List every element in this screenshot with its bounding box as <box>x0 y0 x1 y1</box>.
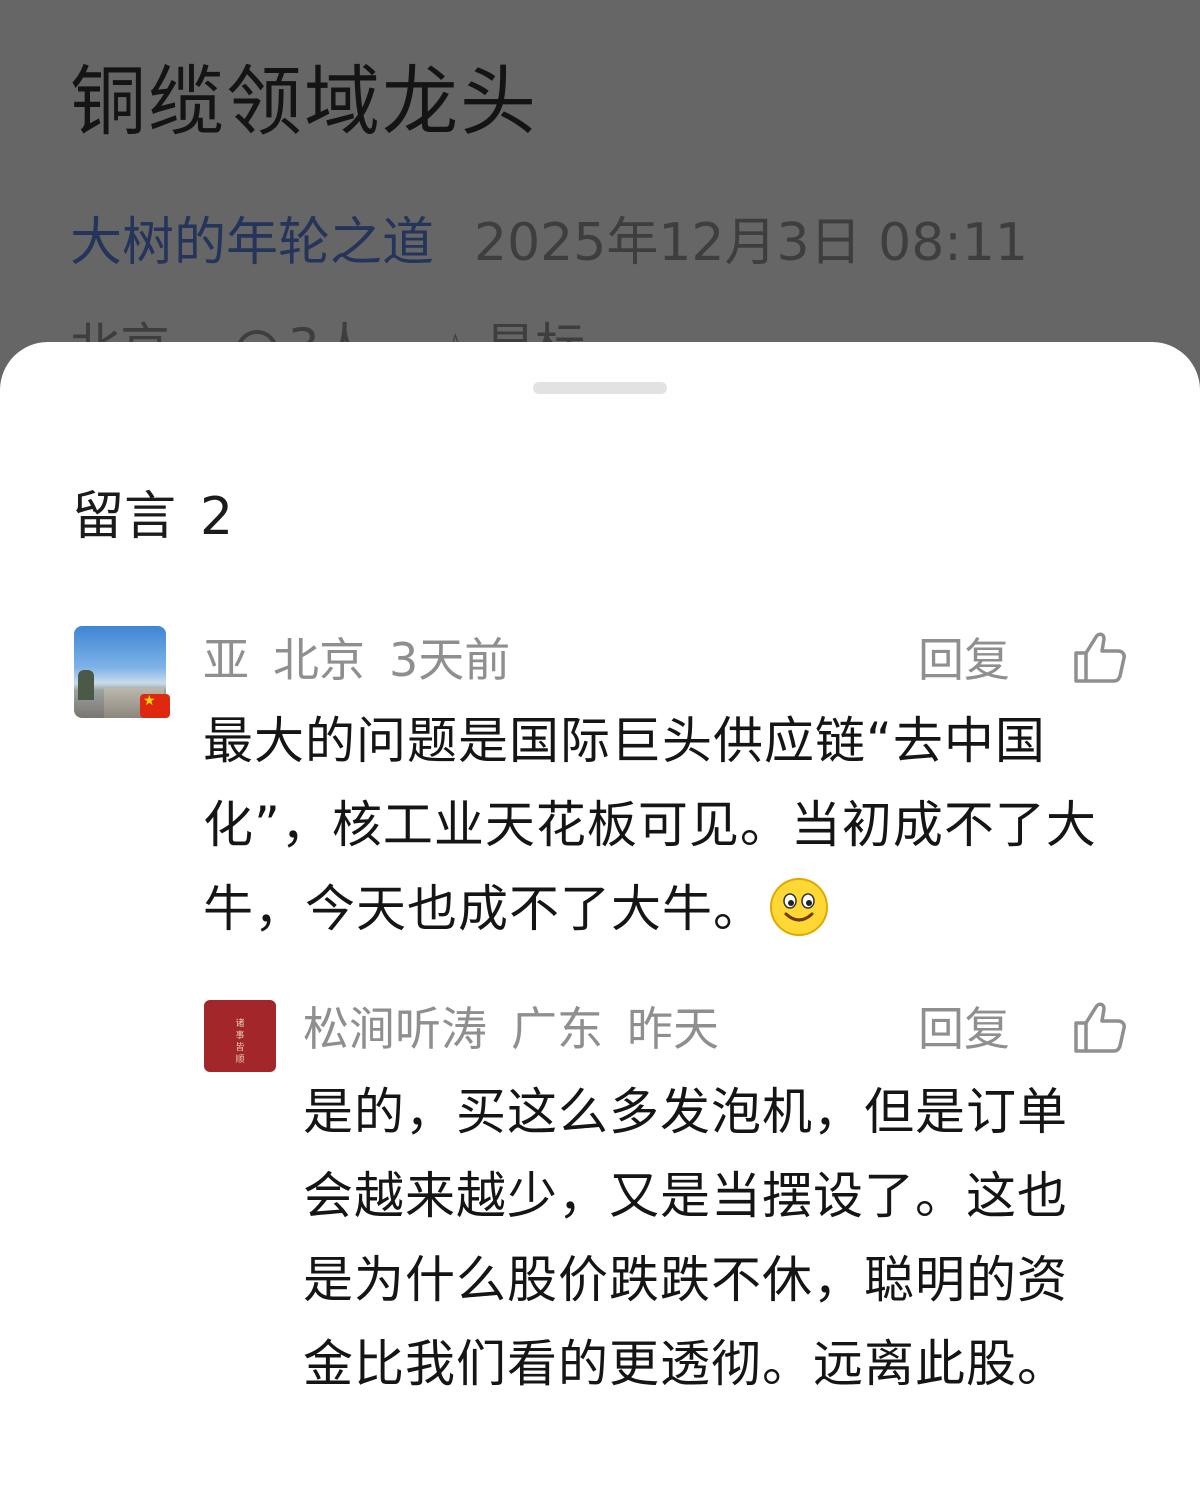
comment-author[interactable]: 亚 <box>203 633 249 687</box>
comment-text: 最大的问题是国际巨头供应链“去中国化”，核工业天花板可见。当初成不了大牛，今天也… <box>203 699 1128 951</box>
reply-comment-location: 广东 <box>511 1002 603 1056</box>
article-title: 铜缆领域龙头 <box>70 57 538 146</box>
article-meta: 大树的年轮之道 2025年12月3日 08:11 <box>70 208 1028 278</box>
reply-comment-author[interactable]: 松涧听涛 <box>303 1002 487 1056</box>
smile-emoji <box>770 878 828 936</box>
reply-button[interactable]: 回复 <box>918 997 1010 1061</box>
reply-comment-item: 诸事皆顺 松涧听涛 广东 昨天 回复 是的，买这么多发泡机，但是订单会越来越少，又是… <box>0 982 1200 1497</box>
comment-meta: 亚北京 3天前 <box>203 628 534 692</box>
comment-text-content: 最大的问题是国际巨头供应链“去中国化”，核工业天花板可见。当初成不了大牛，今天也… <box>203 712 1097 938</box>
comment-time: 3天前 <box>389 633 511 687</box>
reply-comment-time: 昨天 <box>627 1002 719 1056</box>
china-flag-icon: ★ <box>140 694 170 718</box>
thumbs-up-icon[interactable] <box>1072 999 1128 1055</box>
article-author-link[interactable]: 大树的年轮之道 <box>70 213 434 273</box>
reply-button[interactable]: 回复 <box>918 628 1010 692</box>
comment-item: ★ 亚北京 3天前 回复 最大的问题是国际巨头供应链“去中国化”，核工业天花板可见… <box>0 342 1200 982</box>
avatar-tree-shape <box>78 670 94 700</box>
reply-comment-text: 是的，买这么多发泡机，但是订单会越来越少，又是当摆设了。这也是为什么股价跌跌不休… <box>303 1083 1068 1393</box>
comment-location: 北京 <box>273 633 365 687</box>
reply-commenter-avatar[interactable]: 诸事皆顺 <box>204 1000 276 1072</box>
article-date: 2025年12月3日 08:11 <box>474 213 1028 273</box>
avatar-seal-text: 诸事皆顺 <box>235 1019 245 1065</box>
thumbs-up-icon[interactable] <box>1072 629 1128 685</box>
reply-comment-meta: 松涧听涛 广东 昨天 <box>303 997 743 1061</box>
comments-sheet: 留言 2 ★ 亚北京 3天前 回复 最大的问题是国际巨头供应链“去中国化”，核工业天… <box>0 342 1200 1497</box>
